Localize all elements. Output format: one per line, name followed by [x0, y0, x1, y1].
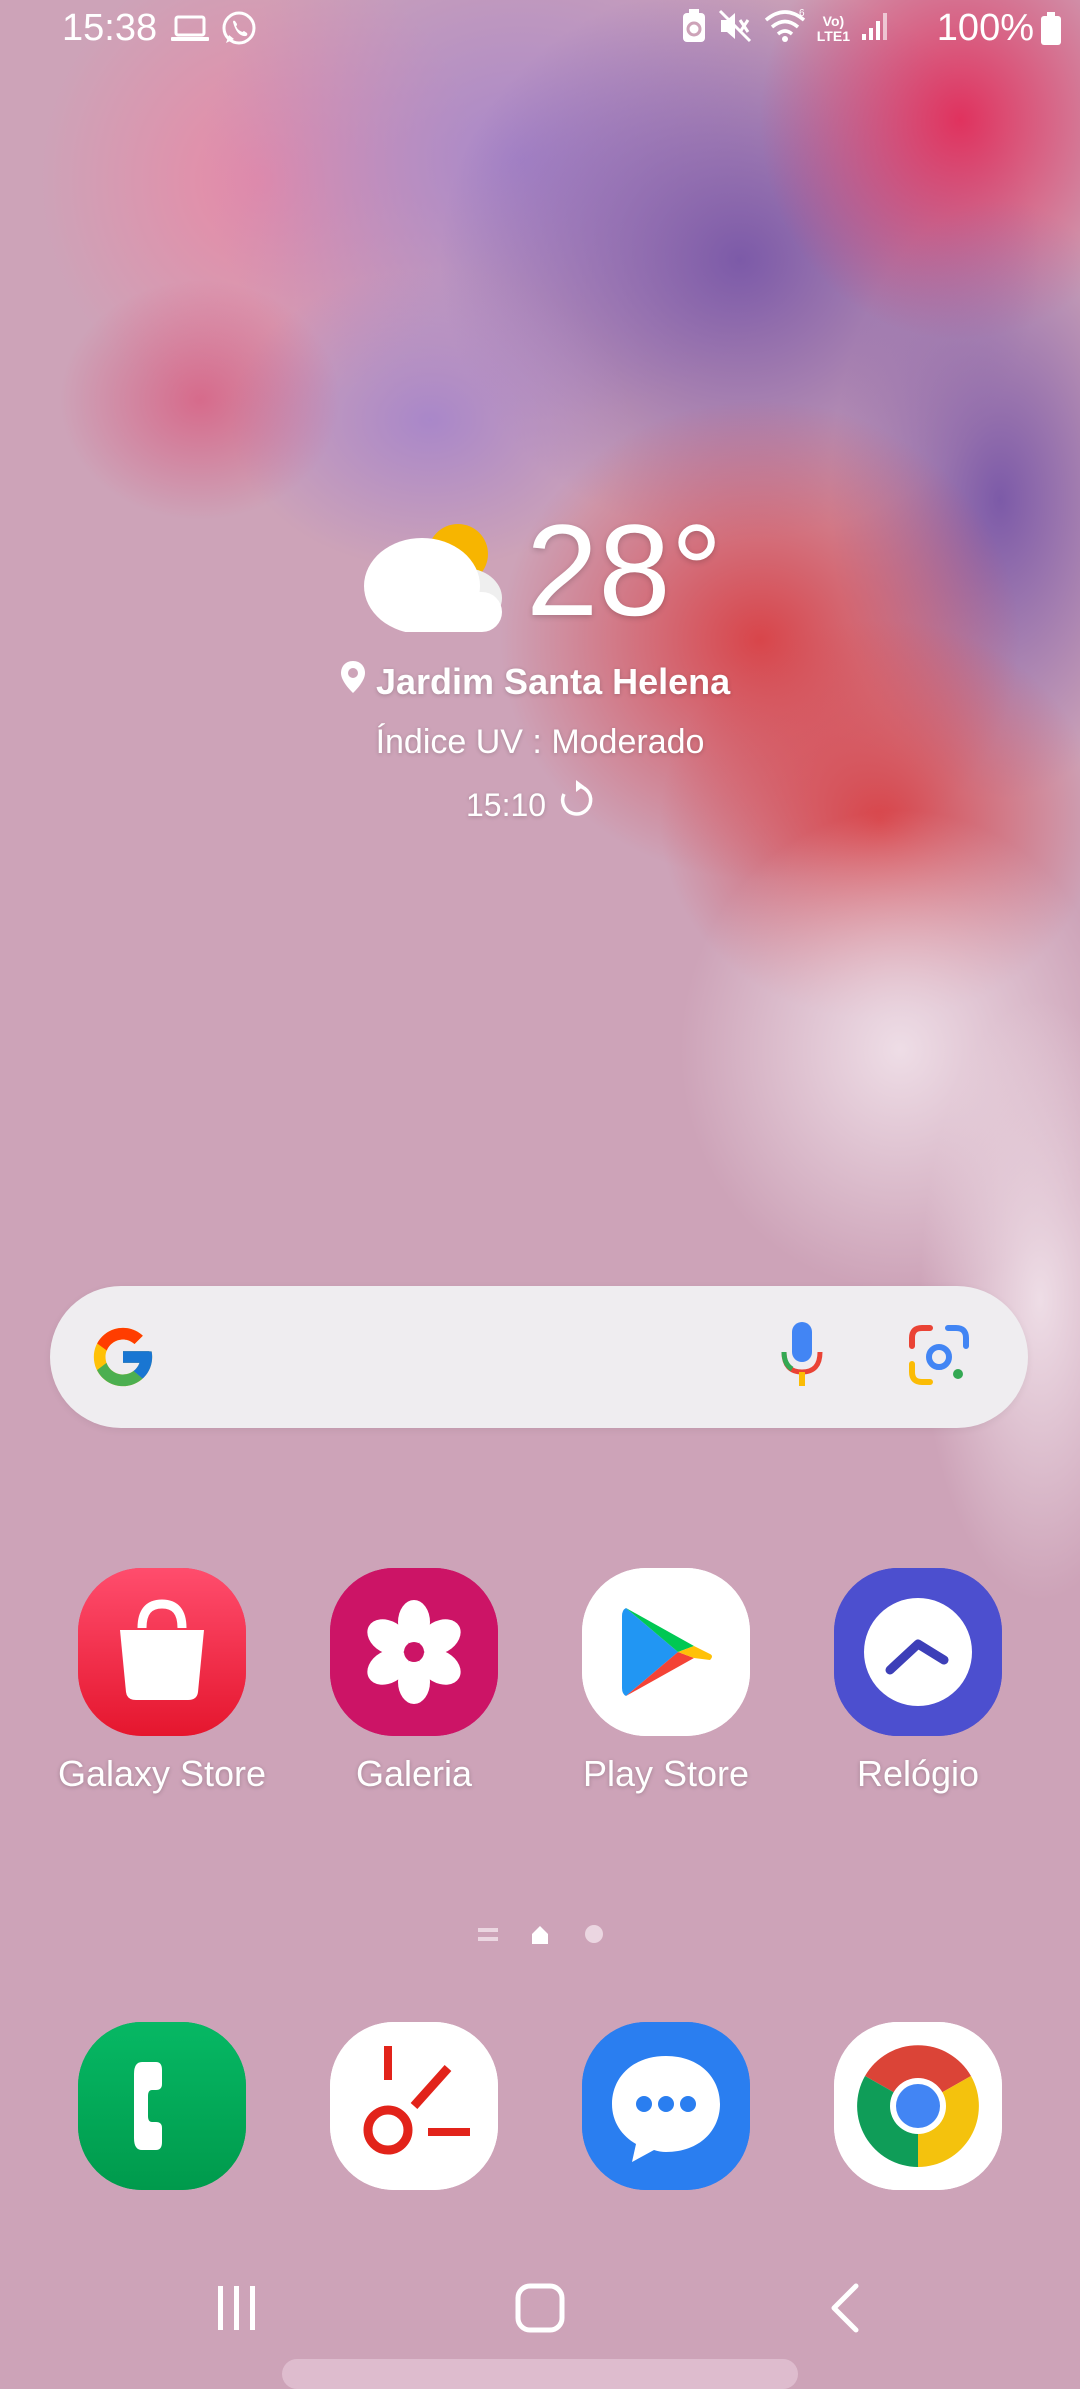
- shopping-bag-icon: [78, 1568, 246, 1736]
- lte-label: LTE1: [816, 27, 850, 44]
- partly-cloudy-icon: [352, 512, 512, 637]
- volte-icon: Vo) LTE1: [816, 12, 850, 44]
- clock-icon: [834, 1568, 1002, 1736]
- location-name: Jardim Santa Helena: [376, 661, 731, 702]
- app-label: Galeria: [355, 1753, 473, 1794]
- signal-icon: [860, 10, 890, 47]
- app-label: Play Store: [582, 1753, 750, 1794]
- dock-messages[interactable]: [541, 2022, 791, 2190]
- navigation-bar: [0, 2260, 1080, 2360]
- app-galaxy-store[interactable]: Galaxy Store: [37, 1568, 287, 1796]
- app-label: Relógio: [856, 1753, 980, 1794]
- weather-temperature: 28°: [526, 497, 723, 643]
- sleep-routine-icon: [330, 2022, 498, 2190]
- status-time: 15:38: [62, 7, 158, 49]
- wifi-icon: 6: [763, 8, 807, 49]
- back-icon[interactable]: [820, 2280, 870, 2341]
- weather-updated: 15:10: [466, 780, 596, 829]
- dock-phone[interactable]: [37, 2022, 287, 2190]
- updated-time: 15:10: [466, 786, 547, 823]
- app-label: Galaxy Store: [57, 1753, 267, 1794]
- status-bar: 15:38 6 Vo) LTE1 100%: [0, 0, 1080, 56]
- messages-icon: [582, 2022, 750, 2190]
- dock-chrome[interactable]: [793, 2022, 1043, 2190]
- battery-percent: 100%: [936, 7, 1034, 49]
- home-icon[interactable]: [512, 2280, 568, 2341]
- battery-saver-icon: [681, 8, 707, 49]
- dock-sleep-routine[interactable]: [289, 2022, 539, 2190]
- app-galeria[interactable]: Galeria: [289, 1568, 539, 1796]
- uv-index: Índice UV : Moderado: [375, 723, 705, 761]
- google-search-bar[interactable]: [50, 1286, 1028, 1428]
- home-page-icon: [532, 1926, 548, 1944]
- page-dot: [585, 1925, 603, 1943]
- app-play-store[interactable]: Play Store: [541, 1568, 791, 1796]
- location-pin-icon: [340, 660, 366, 704]
- system-icons: 6 Vo) LTE1: [681, 8, 890, 49]
- weather-location: Jardim Santa Helena: [340, 660, 760, 704]
- whatsapp-icon: [220, 10, 258, 53]
- play-store-icon: [582, 1568, 750, 1736]
- battery-icon: [1040, 12, 1062, 51]
- volte-label: Vo): [822, 12, 845, 29]
- gesture-handle[interactable]: [282, 2359, 798, 2389]
- page-list-icon: [478, 1928, 498, 1941]
- mute-icon: [717, 8, 753, 49]
- microphone-icon[interactable]: [778, 1320, 826, 1397]
- svg-text:6: 6: [799, 8, 805, 19]
- flower-icon: [330, 1568, 498, 1736]
- app-relogio[interactable]: Relógio: [793, 1568, 1043, 1796]
- laptop-icon: [170, 14, 210, 49]
- page-indicator[interactable]: [470, 1920, 610, 1950]
- refresh-icon[interactable]: [556, 780, 596, 829]
- recents-icon[interactable]: [212, 2280, 262, 2341]
- notification-icons: [170, 10, 258, 53]
- google-g-icon: [88, 1322, 158, 1397]
- phone-icon: [78, 2022, 246, 2190]
- chrome-icon: [834, 2022, 1002, 2190]
- weather-widget[interactable]: 28° Jardim Santa Helena Índice UV : Mode…: [0, 500, 1080, 840]
- google-lens-icon[interactable]: [908, 1324, 970, 1391]
